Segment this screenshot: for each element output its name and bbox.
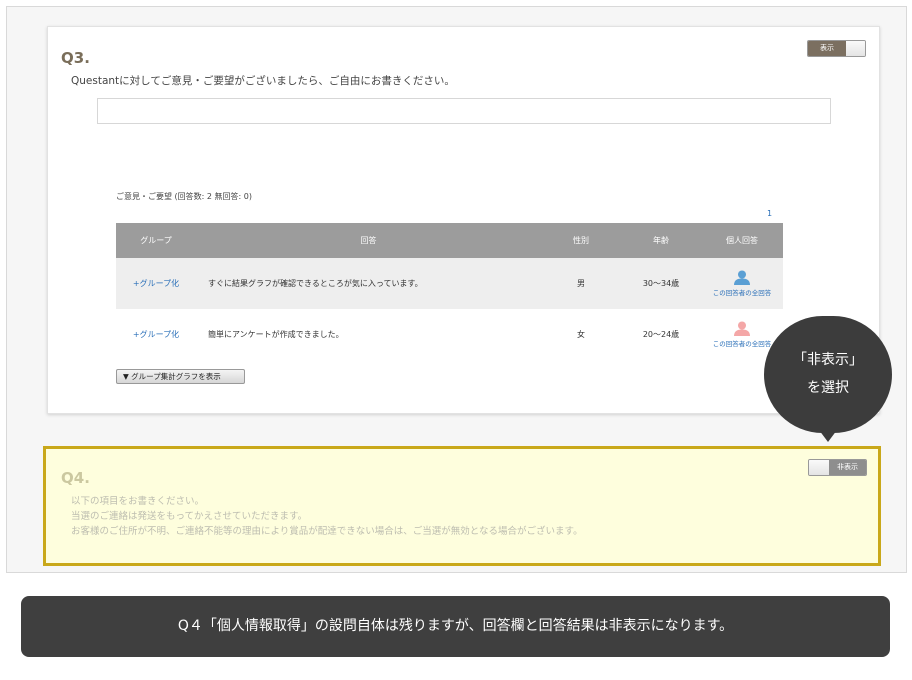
q3-description: Questantに対してご意見・ご要望がございましたら、ご自由にお書きください。	[71, 75, 455, 87]
q3-toggle-show-label: 表示	[808, 41, 846, 56]
answer-cell: 簡単にアンケートが作成できました。	[208, 330, 344, 339]
table-row: +グループ化 すぐに結果グラフが確認できるところが気に入っています。 男 30〜…	[116, 258, 783, 309]
gender-cell: 男	[541, 258, 621, 309]
q3-summary: ご意見・ご要望 (回答数: 2 無回答: 0)	[116, 192, 252, 201]
person-icon[interactable]	[734, 270, 750, 285]
group-link[interactable]: +グループ化	[133, 279, 179, 288]
survey-panel: Q3. Questantに対してご意見・ご要望がございましたら、ご自由にお書きく…	[6, 6, 907, 573]
individual-cell: この回答者の全回答	[701, 258, 783, 309]
column-header-group: グループ	[116, 223, 196, 258]
pagination-page-1[interactable]: 1	[767, 209, 772, 218]
q4-toggle-knob	[809, 460, 829, 475]
callout-line-1: 「非表示」	[793, 352, 863, 368]
q4-card: Q4. 以下の項目をお書きください。 当選のご連絡は発送をもってかえさせていただ…	[43, 446, 881, 566]
age-cell: 20〜24歳	[642, 330, 680, 339]
group-link[interactable]: +グループ化	[133, 330, 179, 339]
column-header-answer: 回答	[196, 223, 541, 258]
respondent-answers-link[interactable]: この回答者の全回答	[713, 340, 772, 348]
caption-bar: Q４「個人情報取得」の設問自体は残りますが、回答欄と回答結果は非表示になります。	[21, 596, 890, 657]
q3-answer-input[interactable]	[97, 98, 831, 124]
table-row: +グループ化 簡単にアンケートが作成できました。 女 20〜24歳 この回答者の…	[116, 309, 783, 360]
results-table: グループ 回答 性別 年齢 個人回答 +グループ化 すぐに結果グラフが確認できる…	[116, 223, 783, 360]
q3-visibility-toggle[interactable]: 表示	[807, 40, 866, 57]
respondent-answers-link[interactable]: この回答者の全回答	[713, 289, 772, 297]
age-cell: 30〜34歳	[621, 258, 701, 309]
q3-toggle-knob	[846, 41, 865, 56]
q4-description-line: 以下の項目をお書きください。	[71, 496, 205, 507]
person-icon[interactable]	[734, 321, 750, 336]
q4-title: Q4.	[61, 469, 90, 487]
column-header-age: 年齢	[621, 223, 701, 258]
q4-description-line: お客様のご住所が不明、ご連絡不能等の理由により賞品が配達できない場合は、ご当選が…	[71, 526, 583, 537]
callout-pointer	[819, 430, 837, 442]
group-graph-button[interactable]: ▼ グループ集計グラフを表示	[116, 369, 245, 384]
q4-toggle-hide-label: 非表示	[829, 460, 866, 475]
answer-cell: すぐに結果グラフが確認できるところが気に入っています。	[196, 258, 541, 309]
callout-bubble: 「非表示」 を選択	[764, 316, 892, 433]
table-header-row: グループ 回答 性別 年齢 個人回答	[116, 223, 783, 258]
gender-cell: 女	[577, 330, 585, 339]
q3-card: Q3. Questantに対してご意見・ご要望がございましたら、ご自由にお書きく…	[47, 26, 880, 414]
q3-title: Q3.	[61, 49, 90, 67]
q4-visibility-toggle[interactable]: 非表示	[808, 459, 867, 476]
callout-line-2: を選択	[807, 380, 849, 396]
column-header-individual: 個人回答	[701, 223, 783, 258]
q4-description-line: 当選のご連絡は発送をもってかえさせていただきます。	[71, 511, 308, 522]
column-header-gender: 性別	[541, 223, 621, 258]
